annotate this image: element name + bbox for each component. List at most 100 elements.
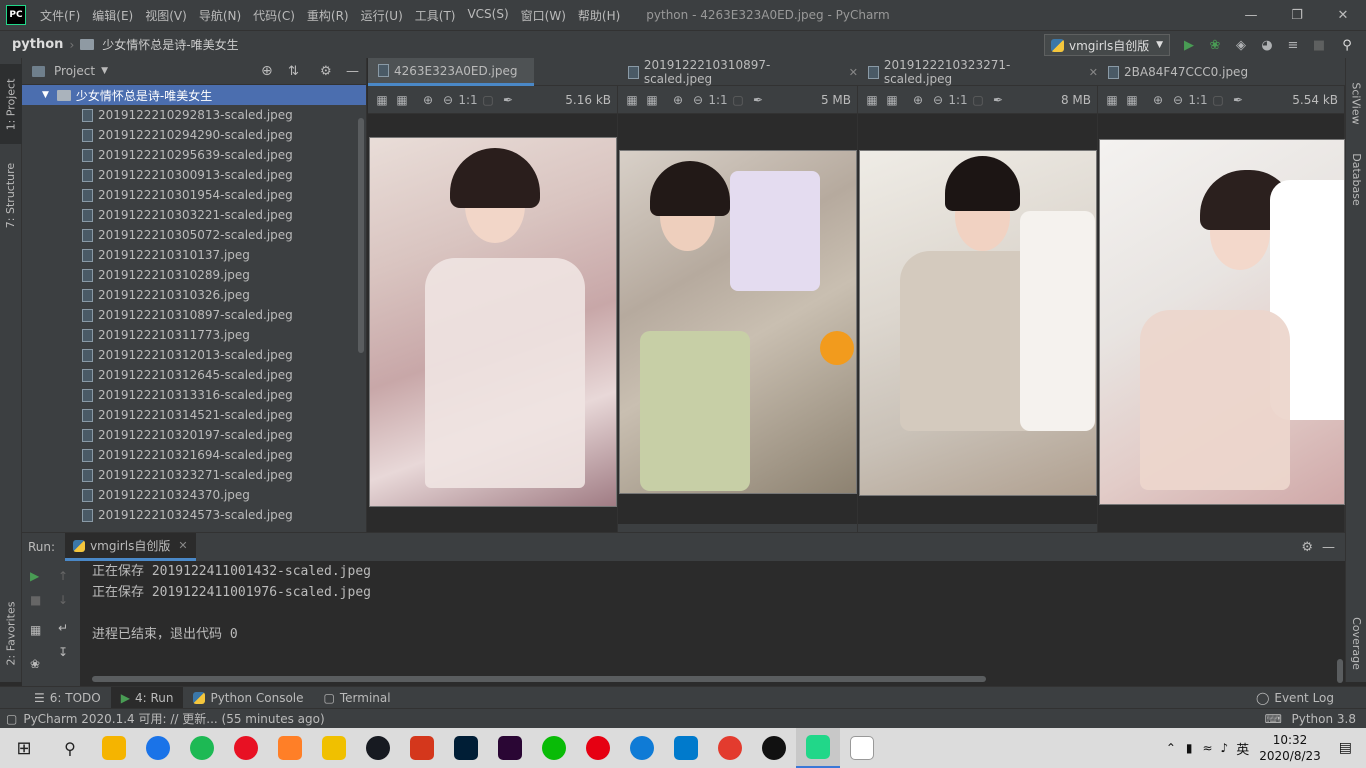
actual-size-icon[interactable]: 1:1: [948, 93, 968, 107]
lock-icon[interactable]: ⌨: [1265, 712, 1282, 726]
hide-icon[interactable]: —: [1322, 540, 1335, 555]
background-toggle-icon[interactable]: ▦: [622, 93, 642, 107]
collapse-all-icon[interactable]: ⇅: [288, 64, 299, 79]
menu-file[interactable]: 文件(F): [34, 7, 86, 24]
tree-file-item[interactable]: 2019122210320197-scaled.jpeg: [22, 425, 366, 445]
actual-size-icon[interactable]: 1:1: [708, 93, 728, 107]
background-toggle-icon[interactable]: ▦: [862, 93, 882, 107]
expand-arrow-icon[interactable]: ▼: [42, 90, 49, 100]
pin-icon[interactable]: ❀: [30, 657, 40, 671]
tree-file-item[interactable]: 2019122210292813-scaled.jpeg: [22, 105, 366, 125]
typora-icon[interactable]: [840, 728, 884, 768]
zoom-in-icon[interactable]: ⊕: [1148, 93, 1168, 107]
zoom-out-icon[interactable]: ⊖: [1168, 93, 1188, 107]
grid-icon[interactable]: ▦: [642, 93, 662, 107]
console-v-scrollbar[interactable]: [1337, 659, 1343, 683]
tree-file-item[interactable]: 2019122210310137.jpeg: [22, 245, 366, 265]
app-flower-icon[interactable]: [268, 728, 312, 768]
recorder-icon[interactable]: [224, 728, 268, 768]
color-picker-icon[interactable]: ✒: [988, 93, 1008, 107]
pane-scrollbar[interactable]: [858, 524, 1097, 532]
zoom-in-icon[interactable]: ⊕: [668, 93, 688, 107]
volume-icon[interactable]: ♪: [1221, 741, 1229, 755]
tool-tab-project[interactable]: 1: Project: [0, 64, 22, 144]
zoom-out-icon[interactable]: ⊖: [928, 93, 948, 107]
project-scrollbar[interactable]: [358, 118, 364, 353]
close-tab-icon[interactable]: ✕: [178, 539, 187, 552]
color-picker-icon[interactable]: ✒: [498, 93, 518, 107]
pycharm-taskbar-icon[interactable]: [796, 728, 840, 768]
maximize-icon[interactable]: ❐: [1274, 0, 1320, 30]
tab-event-log[interactable]: ◯ Event Log: [1246, 687, 1344, 709]
tree-file-item[interactable]: 2019122210313316-scaled.jpeg: [22, 385, 366, 405]
steam-icon[interactable]: [356, 728, 400, 768]
tab-todo[interactable]: ☰ 6: TODO: [24, 687, 111, 709]
color-picker-icon[interactable]: ✒: [1228, 93, 1248, 107]
zoom-out-icon[interactable]: ⊖: [438, 93, 458, 107]
tree-file-item[interactable]: 2019122210321694-scaled.jpeg: [22, 445, 366, 465]
actual-size-icon[interactable]: 1:1: [1188, 93, 1208, 107]
tree-file-item[interactable]: 2019122210301954-scaled.jpeg: [22, 185, 366, 205]
hide-icon[interactable]: —: [346, 64, 359, 79]
wechat-icon[interactable]: [532, 728, 576, 768]
run-coverage-icon[interactable]: ◈: [1232, 36, 1250, 54]
color-picker-icon[interactable]: ✒: [748, 93, 768, 107]
run-config-selector[interactable]: vmgirls自创版 ▼: [1044, 34, 1170, 56]
scroll-up-icon[interactable]: ↑: [58, 569, 68, 583]
photoshop-icon[interactable]: [444, 728, 488, 768]
menu-edit[interactable]: 编辑(E): [86, 7, 139, 24]
tree-file-item[interactable]: 2019122210294290-scaled.jpeg: [22, 125, 366, 145]
acrobat-icon[interactable]: [400, 728, 444, 768]
ime-indicator[interactable]: 英: [1236, 739, 1249, 758]
tab-terminal[interactable]: ▢ Terminal: [314, 687, 401, 709]
stop-icon[interactable]: ■: [1310, 36, 1328, 54]
app-g-icon[interactable]: [312, 728, 356, 768]
editor-tab-2[interactable]: 2019122210310897-scaled.jpeg ✕: [618, 58, 858, 86]
search-icon[interactable]: ⚲: [48, 728, 92, 768]
wifi-icon[interactable]: ≈: [1202, 741, 1212, 755]
menu-navigate[interactable]: 导航(N): [193, 7, 247, 24]
tab-python-console[interactable]: Python Console: [183, 687, 313, 709]
tree-file-item[interactable]: 2019122210310289.jpeg: [22, 265, 366, 285]
menu-window[interactable]: 窗口(W): [515, 7, 572, 24]
vscode-icon[interactable]: [664, 728, 708, 768]
menu-code[interactable]: 代码(C): [247, 7, 301, 24]
close-icon[interactable]: ✕: [1320, 0, 1366, 30]
start-icon[interactable]: ⊞: [0, 728, 48, 768]
console-h-scrollbar[interactable]: [92, 676, 986, 682]
grid-icon[interactable]: ▦: [1122, 93, 1142, 107]
netease-music-icon[interactable]: [576, 728, 620, 768]
run-tab[interactable]: vmgirls自创版 ✕: [65, 533, 196, 561]
fit-zoom-icon[interactable]: ▢: [968, 93, 988, 107]
zoom-in-icon[interactable]: ⊕: [908, 93, 928, 107]
menu-tools[interactable]: 工具(T): [409, 7, 462, 24]
run-icon[interactable]: ▶: [1180, 36, 1198, 54]
grid-icon[interactable]: ▦: [882, 93, 902, 107]
tool-tab-favorites[interactable]: 2: Favorites: [0, 588, 22, 678]
debug-icon[interactable]: ❀: [1206, 36, 1224, 54]
tree-file-item[interactable]: 2019122210314521-scaled.jpeg: [22, 405, 366, 425]
tool-tab-sciview[interactable]: SciView: [1346, 68, 1366, 138]
tool-tab-database[interactable]: Database: [1346, 144, 1366, 214]
project-panel-title[interactable]: Project: [54, 64, 95, 78]
tree-file-item[interactable]: 2019122210300913-scaled.jpeg: [22, 165, 366, 185]
grid-icon[interactable]: ▦: [392, 93, 412, 107]
breadcrumb-root[interactable]: python: [12, 37, 63, 52]
layout-icon[interactable]: ▦: [30, 623, 41, 637]
tree-file-item[interactable]: 2019122210303221-scaled.jpeg: [22, 205, 366, 225]
editor-tab-4[interactable]: 2BA84F47CCC0.jpeg: [1098, 58, 1268, 86]
clock[interactable]: 10:32 2020/8/23: [1259, 732, 1321, 764]
tree-file-item[interactable]: 2019122210324370.jpeg: [22, 485, 366, 505]
tree-file-item[interactable]: 2019122210310897-scaled.jpeg: [22, 305, 366, 325]
edge-icon[interactable]: [620, 728, 664, 768]
close-tab-icon[interactable]: ✕: [1089, 66, 1098, 79]
chevron-up-icon[interactable]: ⌃: [1166, 741, 1176, 755]
editor-tab-1[interactable]: 4263E323A0ED.jpeg: [368, 58, 534, 86]
rerun-icon[interactable]: ▶: [30, 569, 39, 583]
concurrency-icon[interactable]: ≡: [1284, 36, 1302, 54]
fit-zoom-icon[interactable]: ▢: [1208, 93, 1228, 107]
file-explorer-icon[interactable]: [92, 728, 136, 768]
interpreter-label[interactable]: Python 3.8: [1292, 712, 1357, 726]
qq-icon[interactable]: [752, 728, 796, 768]
uplay-icon[interactable]: [180, 728, 224, 768]
